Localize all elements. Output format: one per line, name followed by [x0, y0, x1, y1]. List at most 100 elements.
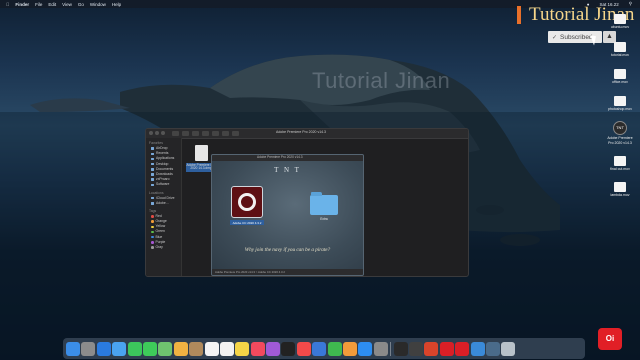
file-icon [614, 42, 626, 52]
tag-button[interactable] [222, 131, 229, 136]
notes-icon[interactable] [235, 341, 250, 356]
finder-toolbar [172, 131, 239, 136]
applications-icon [151, 157, 154, 161]
desktop-icon-label: office.mov [612, 80, 628, 84]
menu-view[interactable]: View [62, 2, 72, 7]
desktop-icon-2[interactable]: office.mov [608, 69, 632, 84]
menu-help[interactable]: Help [112, 2, 121, 7]
share-button[interactable] [212, 131, 219, 136]
tnt-logo-icon: TNT [613, 121, 627, 135]
app-store-icon[interactable] [358, 341, 373, 356]
sidebar-item-label: Gray [155, 245, 163, 249]
photos-icon[interactable] [173, 341, 188, 356]
contacts-icon[interactable] [189, 341, 204, 356]
activity-icon[interactable] [408, 341, 423, 356]
minimize-button[interactable] [155, 131, 159, 135]
disk-image-icon [194, 145, 208, 161]
disk-icon [151, 202, 154, 205]
back-button[interactable] [172, 131, 179, 136]
sidebar-tag-gray[interactable]: Gray [151, 245, 181, 250]
file-icon [614, 182, 626, 192]
desktop-icon-4[interactable]: TNT Adobe Premiere Pro 2020 v14.3 [607, 121, 633, 145]
path-bar: Adobe Premiere Pro 2020 v14.3 > Adobe CC… [212, 269, 363, 275]
files-icon[interactable] [485, 341, 500, 356]
desktop-icon [151, 162, 154, 166]
cloud-icon [151, 196, 154, 200]
check-icon: ✓ [552, 34, 558, 41]
safari-icon[interactable] [96, 341, 111, 356]
creative-cloud-icon [231, 186, 263, 218]
installer-app[interactable]: Adobe CC 2020 4.3.2 [230, 186, 264, 225]
desktop-icon-3[interactable]: photoshop.mov [608, 96, 632, 111]
menu-edit[interactable]: Edit [48, 2, 56, 7]
mail-icon[interactable] [112, 341, 127, 356]
system-preferences-icon[interactable] [373, 341, 388, 356]
desktop-icon-label: photoshop.mov [608, 107, 632, 111]
window-controls [149, 131, 165, 135]
finder-icon[interactable] [66, 341, 80, 356]
installer-title: Adobe Premiere Pro 2020 v14.3 [257, 155, 303, 159]
keynote-icon[interactable] [312, 341, 327, 356]
desktop-icon-7[interactable]: lambda.mov [608, 182, 632, 197]
desktop-icon-1[interactable]: tutorial.mov [608, 42, 632, 57]
apple-icon[interactable]:  [6, 2, 9, 7]
forward-button[interactable] [182, 131, 189, 136]
file-icon [614, 69, 626, 79]
dock-separator [390, 341, 392, 356]
finder-titlebar[interactable]: Adobe Premiere Pro 2020 v14.3 [146, 129, 468, 139]
subscribe-label: Subscribed [560, 33, 593, 41]
installer-heading: T N T [274, 166, 301, 174]
trash-icon[interactable] [501, 341, 516, 356]
sidebar-item-adobe-volume[interactable]: Adobe... [151, 201, 181, 206]
sidebar-item-label: Adobe... [156, 200, 169, 205]
desktop-icon-0[interactable]: ubuntu.mov [608, 14, 632, 29]
zoom-button[interactable] [161, 131, 165, 135]
podcasts-icon[interactable] [266, 341, 281, 356]
downloads-icon[interactable] [470, 341, 485, 356]
tag-dot-icon [151, 230, 154, 234]
download-icon [151, 173, 154, 176]
creative-cloud-icon[interactable] [455, 341, 470, 356]
sidebar-item-software[interactable]: Software [151, 182, 181, 187]
music-icon[interactable] [250, 341, 265, 356]
folder-icon [310, 192, 338, 215]
tag-dot-icon [151, 215, 154, 218]
news-icon[interactable] [296, 341, 311, 356]
home-icon [151, 178, 154, 181]
menu-go[interactable]: Go [78, 2, 84, 7]
file-icon [614, 96, 626, 106]
menu-app-name[interactable]: Finder [15, 2, 29, 7]
sidebar-item-label: Software [156, 182, 170, 187]
action-button[interactable] [232, 131, 239, 136]
airdrop-icon [151, 147, 154, 150]
close-button[interactable] [149, 131, 153, 135]
numbers-icon[interactable] [327, 341, 342, 356]
calendar-icon[interactable] [204, 341, 219, 356]
group-button[interactable] [202, 131, 209, 136]
file-icon [614, 14, 626, 24]
terminal-icon[interactable] [393, 341, 408, 356]
installer-background: T N T Adobe CC 2020 4.3.2 Extra Why join… [212, 161, 363, 269]
desktop-icon-label: tutorial.mov [610, 53, 630, 57]
office-icon[interactable] [424, 341, 439, 356]
pages-icon[interactable] [343, 341, 358, 356]
watermark-text: Tutorial Jinan [312, 68, 451, 93]
adobe-icon[interactable] [439, 341, 454, 356]
messages-icon[interactable] [142, 341, 157, 356]
reminders-icon[interactable] [219, 341, 234, 356]
tag-dot-icon [151, 241, 154, 244]
maps-icon[interactable] [158, 341, 173, 356]
corner-logo: Oi [598, 328, 622, 350]
installer-folder[interactable]: Extra [308, 192, 340, 221]
menu-window[interactable]: Window [90, 2, 106, 7]
desktop-icon-6[interactable]: final cut.mov [608, 156, 632, 171]
menu-file[interactable]: File [35, 2, 42, 7]
sidebar-section-tags: Tags [149, 208, 157, 213]
launchpad-icon[interactable] [81, 341, 96, 356]
facetime-icon[interactable] [127, 341, 142, 356]
clock-icon [151, 152, 154, 156]
installer-window: Adobe Premiere Pro 2020 v14.3 T N T Adob… [211, 154, 364, 276]
view-button[interactable] [192, 131, 199, 136]
tv-icon[interactable] [281, 341, 296, 356]
desktop-icon-label: Adobe Premiere Pro 2020 v14.3 [607, 136, 633, 145]
